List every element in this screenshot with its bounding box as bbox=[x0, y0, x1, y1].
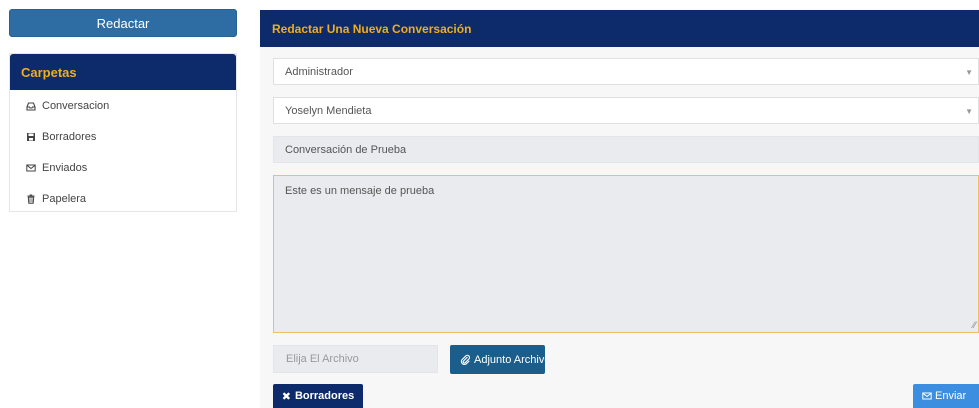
to-select-value: Yoselyn Mendieta bbox=[285, 104, 372, 117]
folders-panel: Carpetas Conversacion Borradores Enviado… bbox=[9, 53, 237, 212]
trash-icon bbox=[26, 194, 36, 204]
close-icon: ✖ bbox=[281, 390, 291, 403]
sidebar-item-label: Conversacion bbox=[42, 99, 110, 112]
drafts-button-label: Borradores bbox=[294, 390, 355, 402]
to-select[interactable]: Yoselyn Mendieta ▼ bbox=[273, 97, 979, 124]
message-text: Este es un mensaje de prueba bbox=[285, 185, 435, 197]
compose-panel-header: Redactar Una Nueva Conversación bbox=[260, 10, 979, 47]
file-name-field[interactable]: Elija El Archivo bbox=[273, 345, 438, 373]
subject-value: Conversación de Prueba bbox=[285, 143, 407, 156]
sidebar-item-enviados[interactable]: Enviados bbox=[10, 152, 236, 183]
folders-title: Carpetas bbox=[21, 64, 77, 80]
send-button[interactable]: Enviar bbox=[913, 384, 979, 408]
resize-grip-icon[interactable]: ⁄⁄ bbox=[973, 320, 976, 330]
from-select[interactable]: Administrador ▼ bbox=[273, 58, 979, 85]
sidebar-item-papelera[interactable]: Papelera bbox=[10, 183, 236, 214]
from-select-value: Administrador bbox=[285, 65, 353, 78]
sidebar-item-borradores[interactable]: Borradores bbox=[10, 121, 236, 152]
drafts-button[interactable]: ✖ Borradores bbox=[273, 384, 363, 408]
attach-file-label: Adjunto Archivo bbox=[474, 353, 545, 366]
compose-button-label: Redactar bbox=[96, 15, 150, 31]
sidebar-item-label: Borradores bbox=[42, 130, 97, 143]
chevron-down-icon: ▼ bbox=[965, 68, 973, 77]
save-icon bbox=[26, 132, 36, 142]
paperclip-icon bbox=[460, 354, 471, 365]
page-title: Redactar Una Nueva Conversación bbox=[272, 21, 472, 36]
attach-file-button[interactable]: Adjunto Archivo bbox=[450, 345, 545, 374]
sidebar-item-label: Enviados bbox=[42, 161, 88, 174]
message-textarea[interactable]: Este es un mensaje de prueba ⁄⁄ bbox=[273, 175, 979, 333]
subject-field[interactable]: Conversación de Prueba bbox=[273, 136, 979, 163]
file-name-placeholder: Elija El Archivo bbox=[286, 353, 359, 365]
envelope-icon bbox=[922, 391, 932, 401]
compose-button[interactable]: Redactar bbox=[9, 9, 237, 37]
inbox-icon bbox=[26, 101, 36, 111]
envelope-icon bbox=[26, 163, 36, 173]
sidebar-item-label: Papelera bbox=[42, 192, 87, 205]
sidebar-item-conversacion[interactable]: Conversacion bbox=[10, 90, 236, 121]
chevron-down-icon: ▼ bbox=[965, 107, 973, 116]
send-button-label: Enviar bbox=[935, 390, 967, 402]
folders-header: Carpetas bbox=[10, 54, 236, 90]
